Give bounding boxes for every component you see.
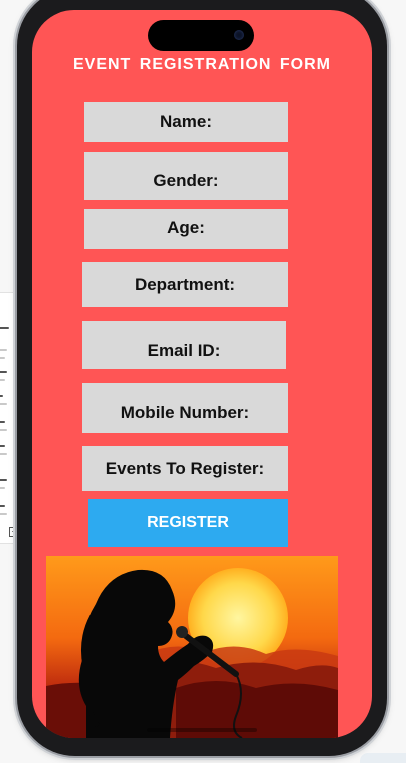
mobile-number-field[interactable]: Mobile Number: xyxy=(82,383,288,433)
power-button xyxy=(387,232,390,298)
email-field[interactable]: Email ID: xyxy=(82,321,286,369)
name-field[interactable]: Name: xyxy=(84,102,288,142)
email-label: Email ID: xyxy=(147,341,221,360)
register-button[interactable]: REGISTER xyxy=(88,499,288,547)
name-label: Name: xyxy=(160,112,212,131)
singer-silhouette-sunset-image xyxy=(46,556,338,738)
dynamic-island xyxy=(148,20,254,51)
events-to-register-field[interactable]: Events To Register: xyxy=(82,446,288,491)
age-label: Age: xyxy=(167,218,205,237)
phone-screen: EVENT REGISTRATION FORM Name: Gender: Ag… xyxy=(32,10,372,738)
form-title: EVENT REGISTRATION FORM xyxy=(72,56,332,73)
volume-down-button xyxy=(13,205,16,245)
background-corner-panel xyxy=(360,753,406,763)
gender-field[interactable]: Gender: xyxy=(84,152,288,200)
department-field[interactable]: Department: xyxy=(82,262,288,307)
gender-label: Gender: xyxy=(153,171,219,190)
silent-switch xyxy=(13,90,16,110)
camera-icon xyxy=(234,30,244,40)
department-label: Department: xyxy=(134,274,236,294)
volume-up-button xyxy=(13,150,16,190)
mobile-number-label: Mobile Number: xyxy=(120,403,250,422)
home-indicator xyxy=(147,728,257,732)
age-field[interactable]: Age: xyxy=(84,209,288,249)
events-to-register-label: Events To Register: xyxy=(105,458,265,478)
